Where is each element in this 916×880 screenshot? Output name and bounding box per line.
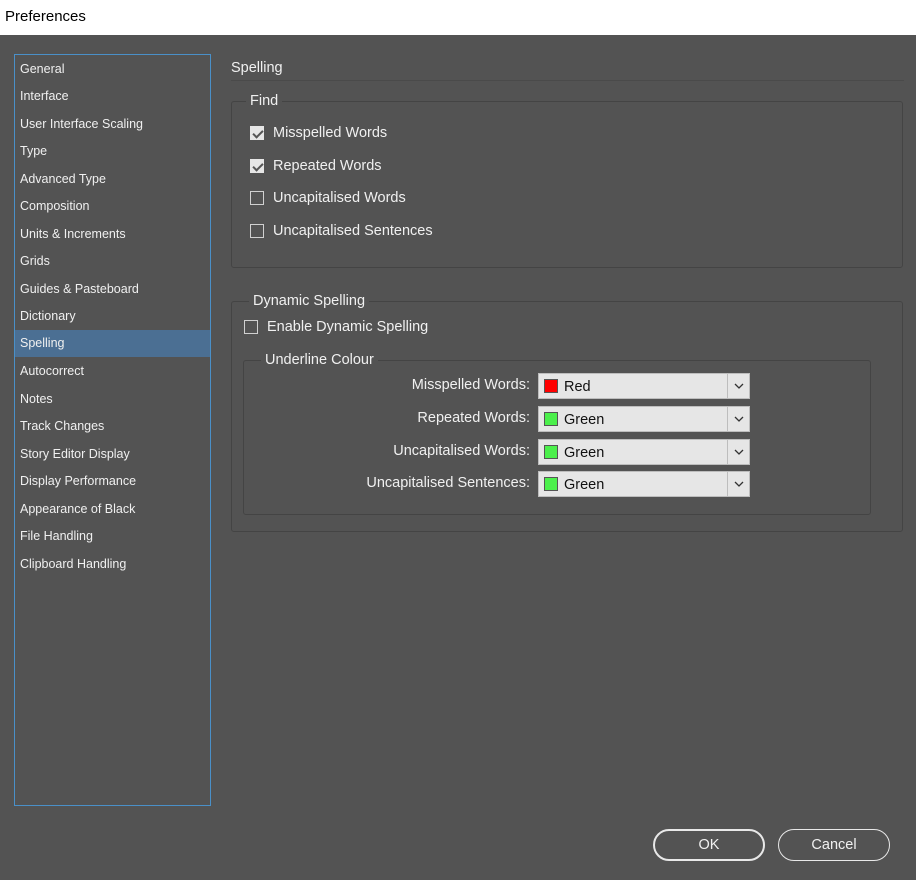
misspelled-words-colour-row: Misspelled Words: Red [244, 373, 750, 399]
sidebar-item-spelling[interactable]: Spelling [15, 330, 210, 357]
green-swatch-icon [544, 445, 558, 459]
title-divider [231, 80, 904, 81]
chevron-down-icon[interactable] [727, 440, 749, 464]
sidebar-item-clipboard-handling[interactable]: Clipboard Handling [15, 551, 210, 578]
enable-dynamic-spelling-label: Enable Dynamic Spelling [267, 319, 429, 335]
chevron-down-icon[interactable] [727, 472, 749, 496]
sidebar-item-composition[interactable]: Composition [15, 193, 210, 220]
title-bar: Preferences [0, 0, 916, 35]
uncapitalised-words-label: Uncapitalised Words [273, 190, 406, 206]
uncapitalised-sentences-colour-label: Uncapitalised Sentences: [366, 475, 530, 491]
misspelled-words-option[interactable]: Misspelled Words [250, 123, 387, 143]
uncapitalised-words-checkbox[interactable] [250, 191, 264, 205]
sidebar-item-appearance-of-black[interactable]: Appearance of Black [15, 496, 210, 523]
sidebar-item-story-editor-display[interactable]: Story Editor Display [15, 441, 210, 468]
misspelled-words-colour-value: Red [564, 379, 591, 395]
uncapitalised-sentences-option[interactable]: Uncapitalised Sentences [250, 221, 433, 241]
sidebar-item-display-performance[interactable]: Display Performance [15, 468, 210, 495]
uncapitalised-sentences-checkbox[interactable] [250, 224, 264, 238]
cancel-button[interactable]: Cancel [778, 829, 890, 861]
uncapitalised-words-colour-value: Green [564, 445, 605, 461]
misspelled-words-colour-select[interactable]: Red [538, 373, 750, 399]
uncapitalised-words-option[interactable]: Uncapitalised Words [250, 188, 406, 208]
uncapitalised-sentences-colour-row: Uncapitalised Sentences: Green [244, 471, 750, 497]
repeated-words-checkbox[interactable] [250, 159, 264, 173]
sidebar-item-advanced-type[interactable]: Advanced Type [15, 166, 210, 193]
sidebar-item-file-handling[interactable]: File Handling [15, 523, 210, 550]
uncapitalised-words-colour-label: Uncapitalised Words: [393, 443, 530, 459]
red-swatch-icon [544, 379, 558, 393]
enable-dynamic-spelling-checkbox[interactable] [244, 320, 258, 334]
underline-colour-group-label: Underline Colour [261, 352, 378, 368]
chevron-down-icon[interactable] [727, 374, 749, 398]
enable-dynamic-spelling-option[interactable]: Enable Dynamic Spelling [244, 317, 428, 337]
sidebar-item-notes[interactable]: Notes [15, 386, 210, 413]
sidebar-item-interface[interactable]: Interface [15, 83, 210, 110]
misspelled-words-colour-label: Misspelled Words: [411, 377, 530, 393]
window-title: Preferences [5, 8, 86, 25]
page-title: Spelling [231, 60, 283, 76]
sidebar-item-track-changes[interactable]: Track Changes [15, 413, 210, 440]
misspelled-words-label: Misspelled Words [273, 125, 388, 141]
chevron-down-icon[interactable] [727, 407, 749, 431]
sidebar-item-type[interactable]: Type [15, 138, 210, 165]
uncapitalised-sentences-colour-value: Green [564, 477, 605, 493]
find-group-label: Find [246, 93, 283, 109]
sidebar-item-autocorrect[interactable]: Autocorrect [15, 358, 210, 385]
sidebar-item-guides-pasteboard[interactable]: Guides & Pasteboard [15, 276, 210, 303]
green-swatch-icon [544, 477, 558, 491]
uncapitalised-words-colour-select[interactable]: Green [538, 439, 750, 465]
repeated-words-label: Repeated Words [273, 158, 382, 174]
misspelled-words-checkbox[interactable] [250, 126, 264, 140]
repeated-words-colour-row: Repeated Words: Green [244, 406, 750, 432]
sidebar-item-general[interactable]: General [15, 56, 210, 83]
preferences-category-list[interactable]: General Interface User Interface Scaling… [14, 54, 211, 806]
repeated-words-option[interactable]: Repeated Words [250, 156, 382, 176]
dynamic-spelling-group-label: Dynamic Spelling [249, 293, 370, 309]
repeated-words-colour-label: Repeated Words: [417, 410, 530, 426]
uncapitalised-words-colour-row: Uncapitalised Words: Green [244, 439, 750, 465]
uncapitalised-sentences-label: Uncapitalised Sentences [273, 223, 433, 239]
green-swatch-icon [544, 412, 558, 426]
repeated-words-colour-value: Green [564, 412, 605, 428]
sidebar-item-dictionary[interactable]: Dictionary [15, 303, 210, 330]
sidebar-item-units-increments[interactable]: Units & Increments [15, 221, 210, 248]
repeated-words-colour-select[interactable]: Green [538, 406, 750, 432]
ok-button[interactable]: OK [653, 829, 765, 861]
uncapitalised-sentences-colour-select[interactable]: Green [538, 471, 750, 497]
sidebar-item-user-interface-scaling[interactable]: User Interface Scaling [15, 111, 210, 138]
sidebar-item-grids[interactable]: Grids [15, 248, 210, 275]
